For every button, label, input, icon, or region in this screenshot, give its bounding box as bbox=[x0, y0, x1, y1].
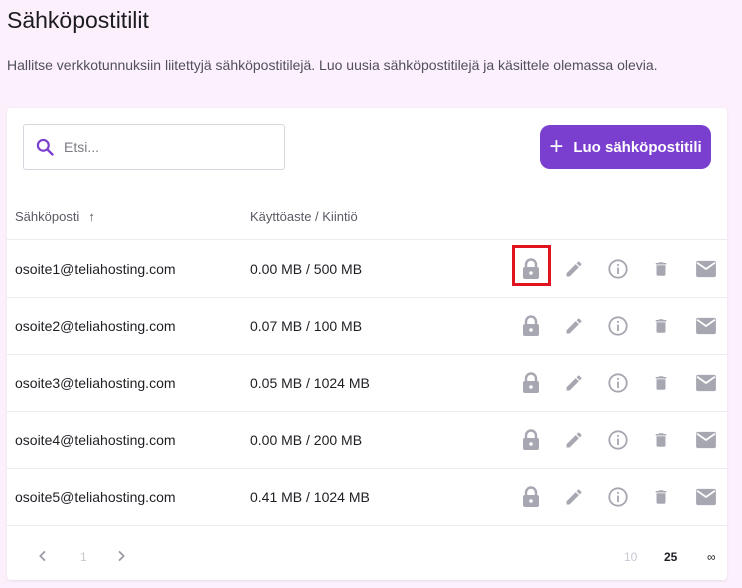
create-account-button[interactable]: + Luo sähköpostitili bbox=[540, 125, 711, 169]
table-header: Sähköposti ↑ Käyttöaste / Kiintiö bbox=[7, 198, 727, 240]
lock-button[interactable] bbox=[518, 484, 544, 510]
delete-button[interactable] bbox=[648, 370, 674, 396]
info-button[interactable] bbox=[605, 427, 631, 453]
info-button[interactable] bbox=[605, 370, 631, 396]
mail-icon bbox=[695, 260, 717, 278]
search-icon bbox=[36, 138, 54, 156]
edit-button[interactable] bbox=[561, 313, 587, 339]
pencil-icon bbox=[564, 430, 584, 450]
highlight-box bbox=[512, 245, 551, 286]
trash-icon bbox=[652, 316, 670, 336]
table-row: osoite5@teliahosting.com 0.41 MB / 1024 M… bbox=[7, 469, 727, 526]
account-email: osoite1@teliahosting.com bbox=[15, 261, 176, 277]
table-row: osoite4@teliahosting.com 0.00 MB / 200 MB bbox=[7, 412, 727, 469]
lock-button[interactable] bbox=[518, 370, 544, 396]
column-header-email[interactable]: Sähköposti ↑ bbox=[15, 209, 95, 224]
lock-button[interactable] bbox=[518, 427, 544, 453]
edit-button[interactable] bbox=[561, 484, 587, 510]
account-email: osoite3@teliahosting.com bbox=[15, 375, 176, 391]
page-size-25[interactable]: 25 bbox=[664, 550, 677, 564]
account-email: osoite5@teliahosting.com bbox=[15, 489, 176, 505]
pagination: 1 10 25 ∞ bbox=[7, 540, 727, 580]
info-button[interactable] bbox=[605, 256, 631, 282]
mail-icon bbox=[695, 431, 717, 449]
mail-icon bbox=[695, 317, 717, 335]
pencil-icon bbox=[564, 259, 584, 279]
trash-icon bbox=[652, 430, 670, 450]
mail-button[interactable] bbox=[693, 427, 719, 453]
page-description: Hallitse verkkotunnuksiin liitettyjä säh… bbox=[7, 57, 658, 73]
lock-icon bbox=[521, 315, 541, 337]
mail-button[interactable] bbox=[693, 256, 719, 282]
lock-icon bbox=[521, 486, 541, 508]
edit-button[interactable] bbox=[561, 427, 587, 453]
mail-icon bbox=[695, 374, 717, 392]
account-usage: 0.41 MB / 1024 MB bbox=[250, 489, 370, 505]
delete-button[interactable] bbox=[648, 313, 674, 339]
lock-icon bbox=[521, 372, 541, 394]
info-icon bbox=[607, 429, 629, 451]
lock-button[interactable] bbox=[518, 313, 544, 339]
edit-button[interactable] bbox=[561, 370, 587, 396]
table-row: osoite2@teliahosting.com 0.07 MB / 100 MB bbox=[7, 298, 727, 355]
column-header-usage: Käyttöaste / Kiintiö bbox=[250, 209, 358, 224]
page-size-10[interactable]: 10 bbox=[624, 550, 637, 564]
pencil-icon bbox=[564, 316, 584, 336]
chevron-right-icon bbox=[118, 550, 125, 562]
current-page: 1 bbox=[80, 550, 87, 564]
delete-button[interactable] bbox=[648, 256, 674, 282]
info-button[interactable] bbox=[605, 313, 631, 339]
account-usage: 0.00 MB / 500 MB bbox=[250, 261, 363, 277]
mail-icon bbox=[695, 488, 717, 506]
mail-button[interactable] bbox=[693, 484, 719, 510]
plus-icon: + bbox=[549, 133, 564, 160]
mail-button[interactable] bbox=[693, 313, 719, 339]
account-email: osoite2@teliahosting.com bbox=[15, 318, 176, 334]
account-usage: 0.07 MB / 100 MB bbox=[250, 318, 363, 334]
info-button[interactable] bbox=[605, 484, 631, 510]
previous-page-button[interactable] bbox=[35, 548, 51, 569]
edit-button[interactable] bbox=[561, 256, 587, 282]
account-email: osoite4@teliahosting.com bbox=[15, 432, 176, 448]
info-icon bbox=[607, 486, 629, 508]
next-page-button[interactable] bbox=[113, 548, 129, 569]
table-row: osoite3@teliahosting.com 0.05 MB / 1024 M… bbox=[7, 355, 727, 412]
sort-ascending-icon: ↑ bbox=[88, 209, 95, 224]
mail-button[interactable] bbox=[693, 370, 719, 396]
search-input[interactable] bbox=[64, 139, 254, 155]
info-icon bbox=[607, 372, 629, 394]
pencil-icon bbox=[564, 487, 584, 507]
search-box[interactable] bbox=[23, 124, 285, 170]
pencil-icon bbox=[564, 373, 584, 393]
info-icon bbox=[607, 258, 629, 280]
account-usage: 0.05 MB / 1024 MB bbox=[250, 375, 370, 391]
lock-icon bbox=[521, 429, 541, 451]
accounts-card: + Luo sähköpostitili Sähköposti ↑ Käyttö… bbox=[7, 108, 727, 580]
page-size-all[interactable]: ∞ bbox=[707, 550, 716, 564]
page-title: Sähköpostitilit bbox=[7, 7, 149, 33]
delete-button[interactable] bbox=[648, 484, 674, 510]
delete-button[interactable] bbox=[648, 427, 674, 453]
info-icon bbox=[607, 315, 629, 337]
trash-icon bbox=[652, 487, 670, 507]
trash-icon bbox=[652, 373, 670, 393]
account-usage: 0.00 MB / 200 MB bbox=[250, 432, 363, 448]
chevron-left-icon bbox=[39, 550, 46, 562]
create-account-label: Luo sähköpostitili bbox=[573, 138, 702, 156]
trash-icon bbox=[652, 259, 670, 279]
table-row: osoite1@teliahosting.com 0.00 MB / 500 MB bbox=[7, 241, 727, 298]
